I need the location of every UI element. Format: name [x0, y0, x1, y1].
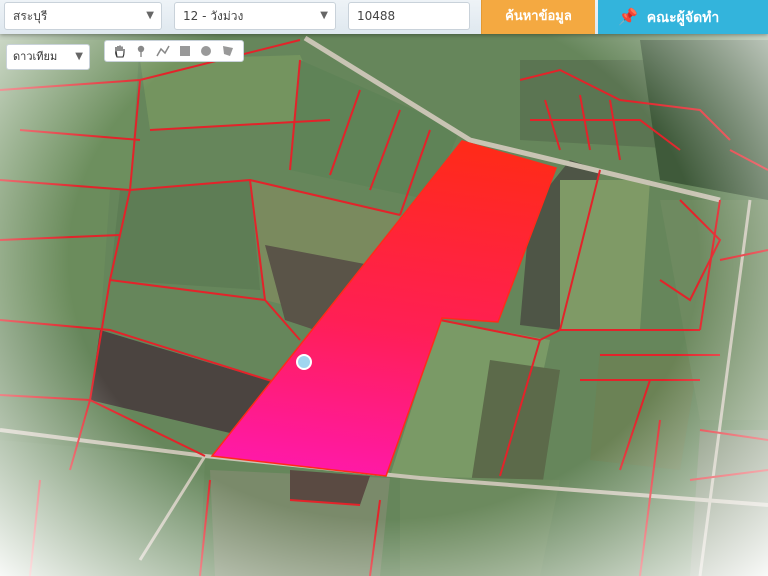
- province-value: สระบุรี: [13, 9, 48, 23]
- marker-icon[interactable]: [133, 43, 149, 59]
- chevron-down-icon: ▼: [75, 51, 83, 62]
- chevron-down-icon: ▼: [146, 10, 154, 21]
- developers-button[interactable]: 📌 คณะผู้จัดทำ: [598, 0, 768, 34]
- search-button-label: ค้นหาข้อมูล: [505, 9, 572, 24]
- basemap-value: ดาวเทียม: [13, 50, 58, 63]
- drawing-toolbar: [104, 40, 244, 62]
- polygon-icon[interactable]: [220, 43, 236, 59]
- hand-icon[interactable]: [112, 43, 128, 59]
- parcel-number-value: 10488: [357, 9, 396, 23]
- parcel-number-input[interactable]: 10488: [348, 2, 470, 30]
- pushpin-icon: 📌: [618, 7, 638, 26]
- line-icon[interactable]: [155, 43, 171, 59]
- circle-icon[interactable]: [198, 43, 214, 59]
- basemap-select[interactable]: ดาวเทียม ▼: [6, 44, 90, 70]
- district-value: 12 - วังม่วง: [183, 9, 244, 23]
- chevron-down-icon: ▼: [320, 10, 328, 21]
- search-button[interactable]: ค้นหาข้อมูล: [481, 0, 595, 34]
- province-select[interactable]: สระบุรี ▼: [4, 2, 162, 30]
- district-select[interactable]: 12 - วังม่วง ▼: [174, 2, 336, 30]
- top-toolbar: สระบุรี ▼ 12 - วังม่วง ▼ 10488 ค้นหาข้อม…: [0, 0, 768, 34]
- rectangle-icon[interactable]: [177, 43, 193, 59]
- developers-button-label: คณะผู้จัดทำ: [646, 10, 720, 26]
- satellite-map[interactable]: [0, 0, 768, 576]
